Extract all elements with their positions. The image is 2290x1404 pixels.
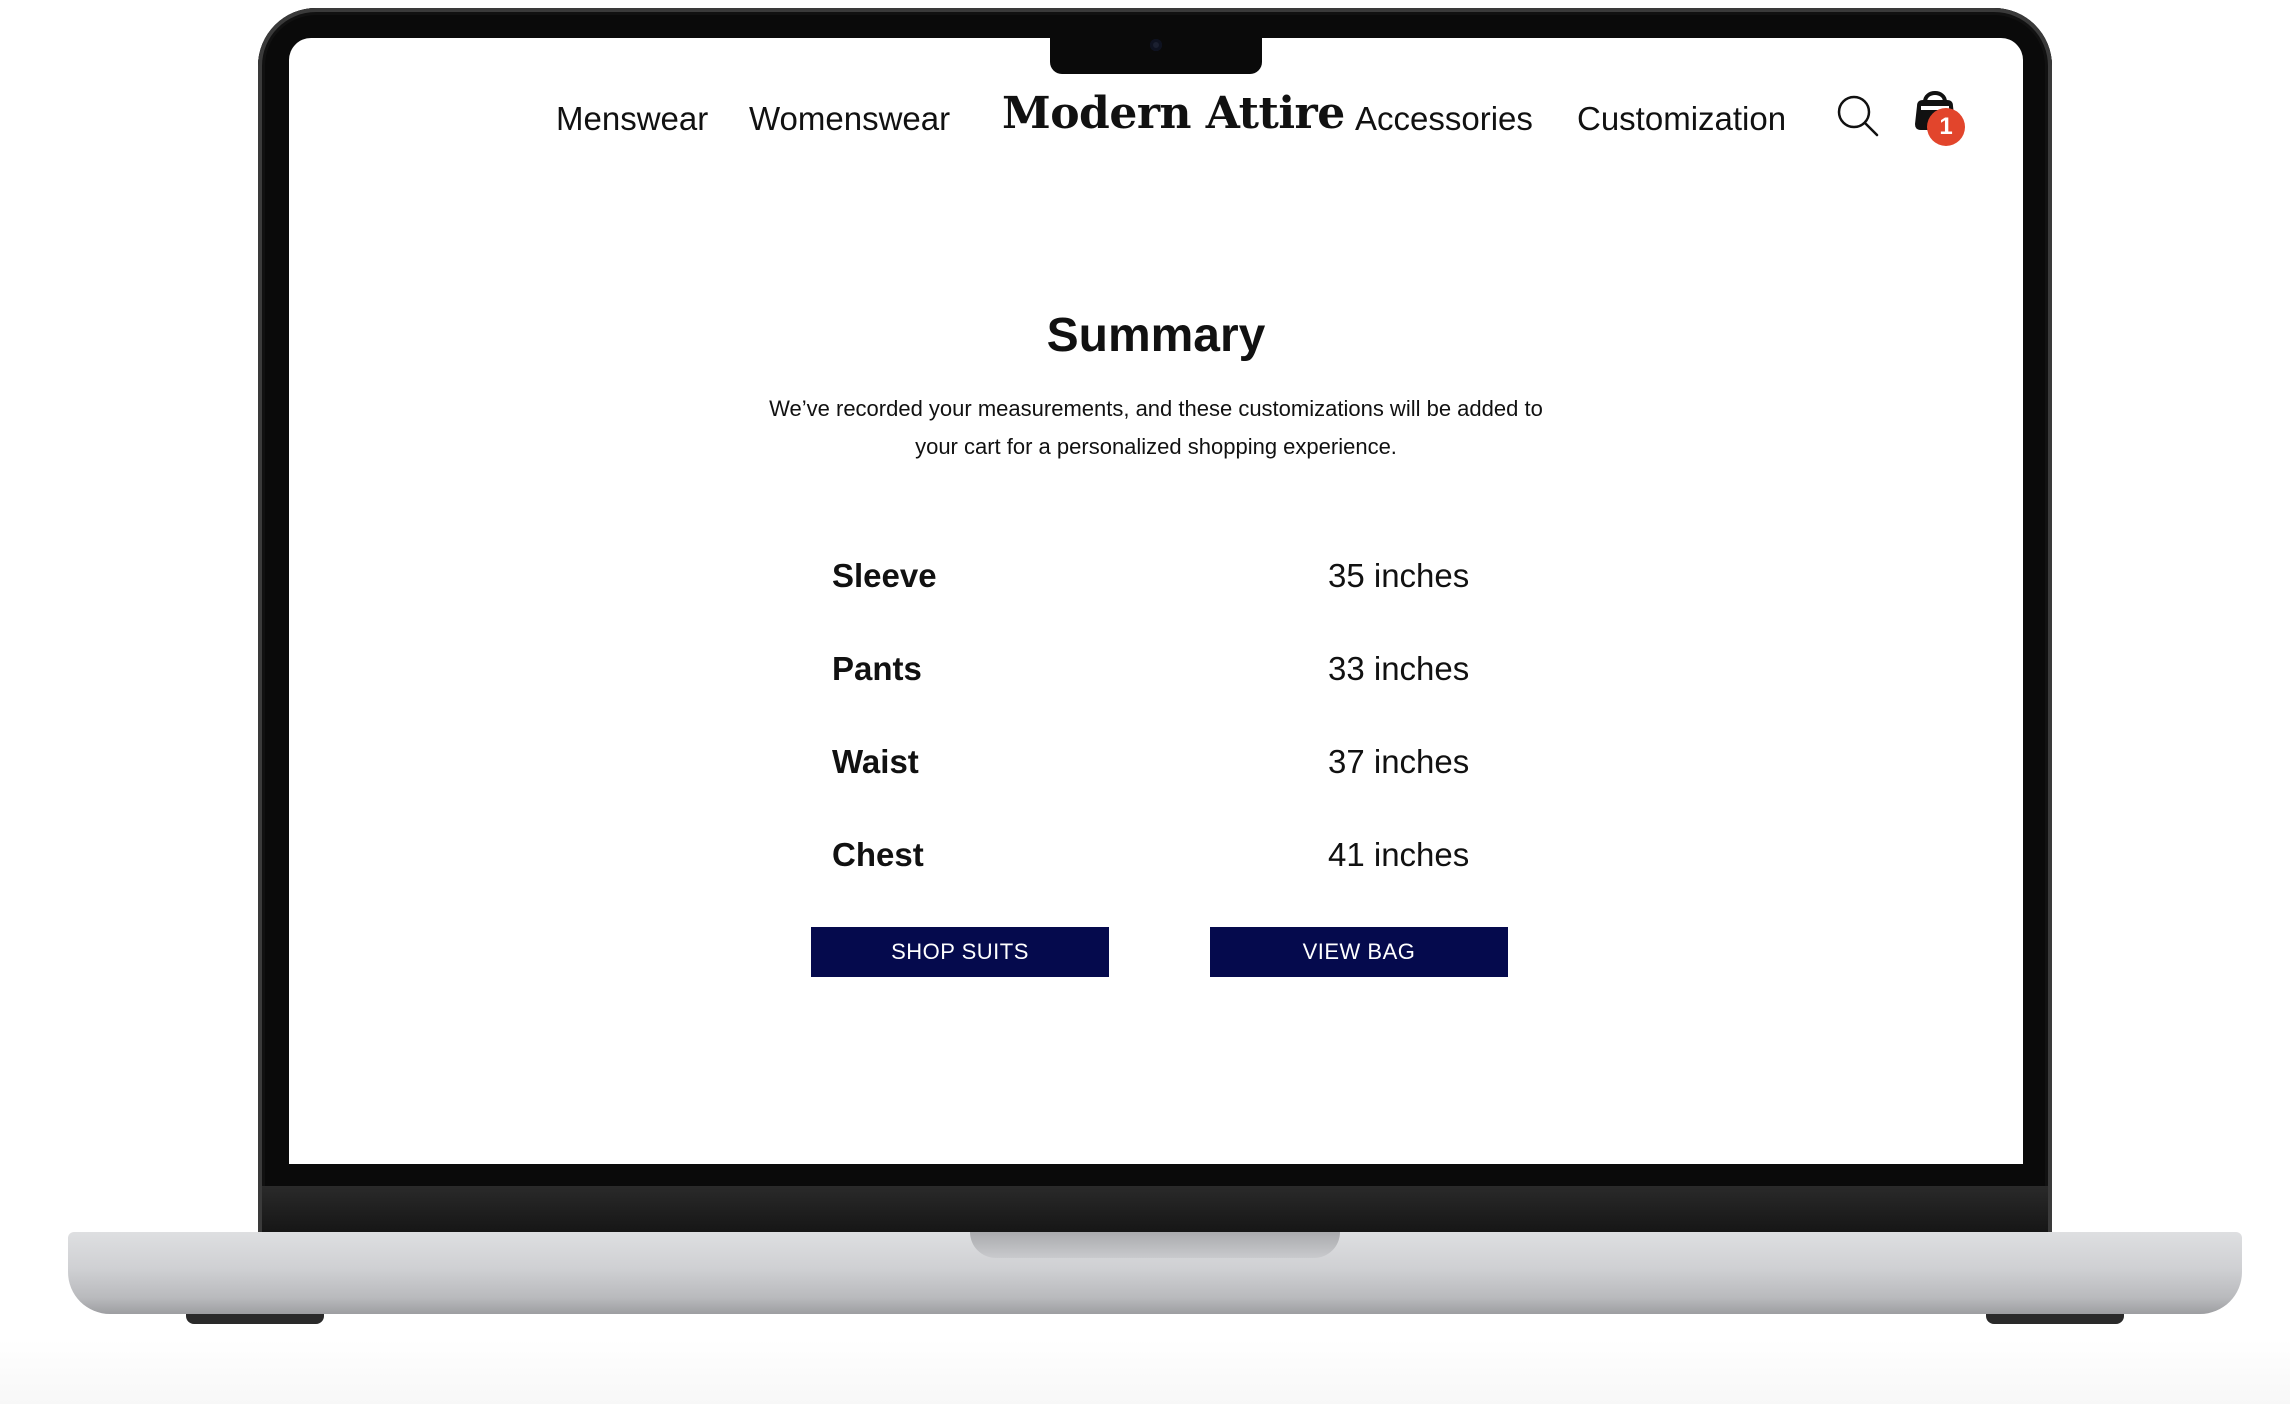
laptop-thumb-notch (970, 1232, 1340, 1258)
laptop-mockup: Menswear Womenswear Modern Attire Access… (0, 0, 2290, 1404)
camera-icon (1150, 39, 1162, 51)
shop-suits-button[interactable]: SHOP SUITS (811, 927, 1109, 977)
page-title: Summary (1046, 309, 1266, 362)
search-icon[interactable] (1836, 94, 1880, 138)
measurement-label-chest: Chest (832, 836, 924, 873)
measurement-value-sleeve: 35 inches (1328, 557, 1470, 594)
measurement-label-waist: Waist (832, 743, 919, 780)
measurement-value-pants: 33 inches (1328, 650, 1470, 687)
summary-description: We’ve recorded your measurements, and th… (769, 396, 1543, 459)
laptop-screen: Menswear Womenswear Modern Attire Access… (289, 38, 2023, 1164)
laptop-hinge (262, 1186, 2048, 1232)
laptop-foot-left (186, 1314, 324, 1324)
nav-customization[interactable]: Customization (1577, 100, 1786, 138)
floor-shadow (0, 1340, 2290, 1404)
laptop-foot-right (1986, 1314, 2124, 1324)
measurement-label-pants: Pants (832, 650, 922, 687)
cart-count-badge: 1 (1927, 108, 1965, 146)
brand-logo[interactable]: Modern Attire (1002, 88, 1345, 139)
view-bag-button[interactable]: VIEW BAG (1210, 927, 1508, 977)
measurement-value-chest: 41 inches (1328, 836, 1470, 873)
nav-womenswear[interactable]: Womenswear (749, 100, 950, 138)
nav-accessories[interactable]: Accessories (1355, 100, 1533, 138)
measurement-value-waist: 37 inches (1328, 743, 1470, 780)
nav-menswear[interactable]: Menswear (556, 100, 708, 138)
measurement-label-sleeve: Sleeve (832, 557, 937, 594)
